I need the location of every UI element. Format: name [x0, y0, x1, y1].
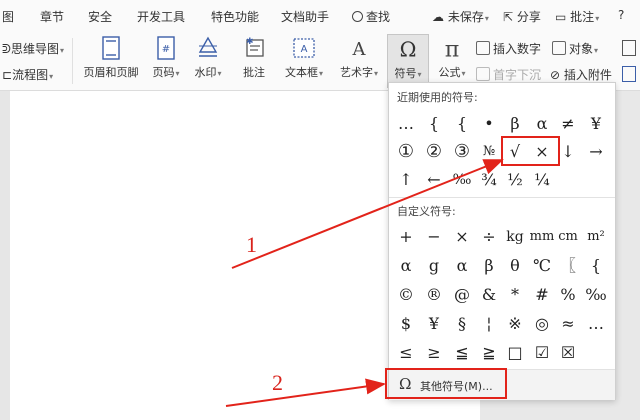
- arrow-2: [225, 378, 386, 407]
- annotation-label-2: 2: [272, 370, 283, 395]
- annotation-label-1: 1: [246, 232, 257, 257]
- annotation-arrows: [225, 159, 504, 407]
- arrow-1: [231, 159, 504, 269]
